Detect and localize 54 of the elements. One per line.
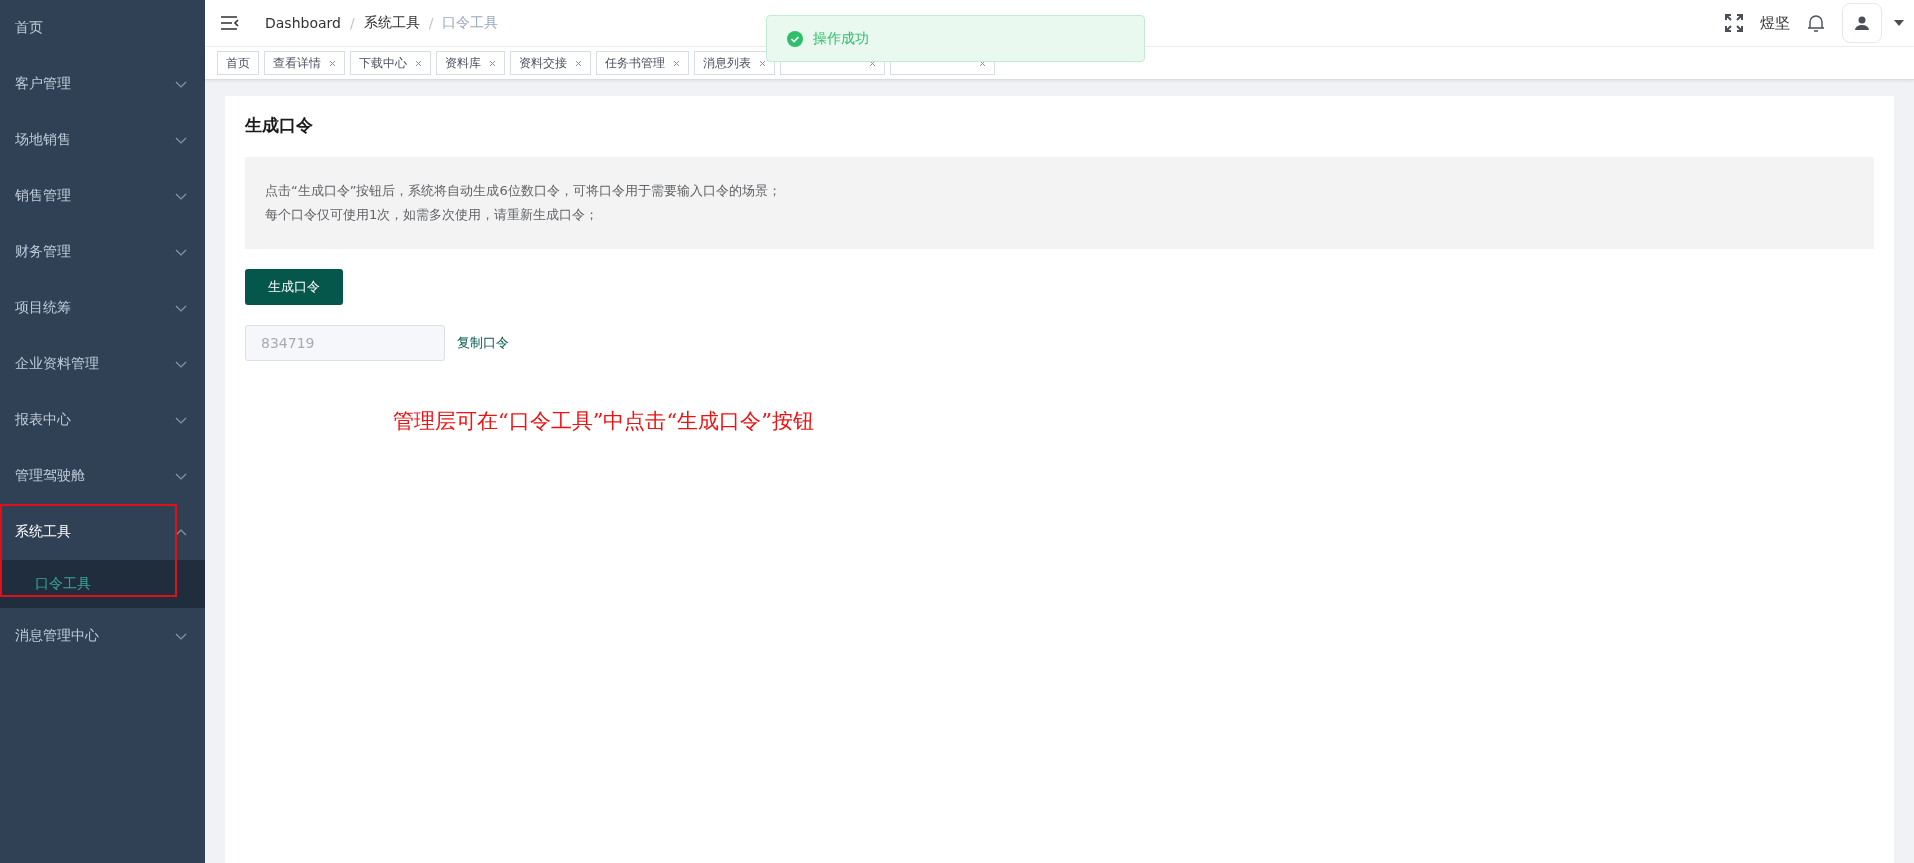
sidebar-item[interactable]: 管理驾驶舱	[0, 448, 205, 504]
chevron-icon	[175, 528, 187, 536]
close-icon[interactable]	[329, 59, 336, 67]
fullscreen-icon[interactable]	[1724, 13, 1744, 33]
breadcrumb-item: 口令工具	[442, 14, 499, 32]
close-icon[interactable]	[415, 59, 422, 67]
sidebar-item[interactable]: 报表中心	[0, 392, 205, 448]
tag[interactable]: 查看详情	[264, 51, 345, 75]
sidebar-item[interactable]: 企业资料管理	[0, 336, 205, 392]
copy-link[interactable]: 复制口令	[457, 334, 509, 352]
menu-icon[interactable]	[221, 16, 239, 30]
tag[interactable]: 首页	[217, 51, 259, 75]
caret-icon[interactable]	[1894, 20, 1904, 26]
toast-message: 操作成功	[813, 29, 869, 48]
chevron-icon	[175, 632, 187, 640]
chevron-icon	[175, 136, 187, 144]
annotation-text: 管理层可在“口令工具”中点击“生成口令”按钮	[393, 408, 815, 435]
check-circle-icon	[787, 30, 803, 47]
tag[interactable]: 资料交接	[510, 51, 591, 75]
sidebar-item[interactable]: 场地销售	[0, 112, 205, 168]
sidebar-subitem[interactable]: 口令工具	[0, 560, 205, 608]
user-name: 煜坚	[1760, 13, 1790, 33]
chevron-icon	[175, 304, 187, 312]
breadcrumb-item[interactable]: 系统工具	[363, 14, 420, 32]
breadcrumb-separator: /	[428, 15, 434, 31]
chevron-icon	[175, 248, 187, 256]
close-icon[interactable]	[575, 59, 582, 67]
sidebar-item[interactable]: 财务管理	[0, 224, 205, 280]
sidebar-item[interactable]: 项目统筹	[0, 280, 205, 336]
chevron-icon	[175, 192, 187, 200]
close-icon[interactable]	[759, 59, 766, 67]
sidebar-item[interactable]: 销售管理	[0, 168, 205, 224]
sidebar-item[interactable]: 系统工具	[0, 504, 205, 560]
avatar[interactable]	[1842, 3, 1882, 43]
card-title: 生成口令	[245, 114, 314, 137]
close-icon[interactable]	[489, 59, 496, 67]
tag[interactable]: 下载中心	[350, 51, 431, 75]
bell-icon[interactable]	[1806, 13, 1826, 33]
sidebar-item[interactable]: 客户管理	[0, 56, 205, 112]
tag[interactable]: 任务书管理	[596, 51, 689, 75]
chevron-icon	[175, 80, 187, 88]
chevron-icon	[175, 472, 187, 480]
tag[interactable]: 资料库	[436, 51, 505, 75]
info-text: 点击“生成口令”按钮后，系统将自动生成6位数口令，可将口令用于需要输入口令的场景；	[265, 182, 782, 200]
breadcrumb-separator: /	[349, 15, 355, 31]
tag[interactable]: 消息列表	[694, 51, 775, 75]
chevron-icon	[175, 360, 187, 368]
info-text: 每个口令仅可使用1次，如需多次使用，请重新生成口令；	[265, 206, 600, 224]
chevron-icon	[175, 416, 187, 424]
sidebar-item[interactable]: 首页	[0, 0, 205, 56]
breadcrumb-item[interactable]: Dashboard	[265, 15, 341, 31]
generate-button[interactable]: 生成口令	[245, 269, 343, 305]
sidebar-item[interactable]: 消息管理中心	[0, 608, 205, 664]
close-icon[interactable]	[673, 59, 680, 67]
